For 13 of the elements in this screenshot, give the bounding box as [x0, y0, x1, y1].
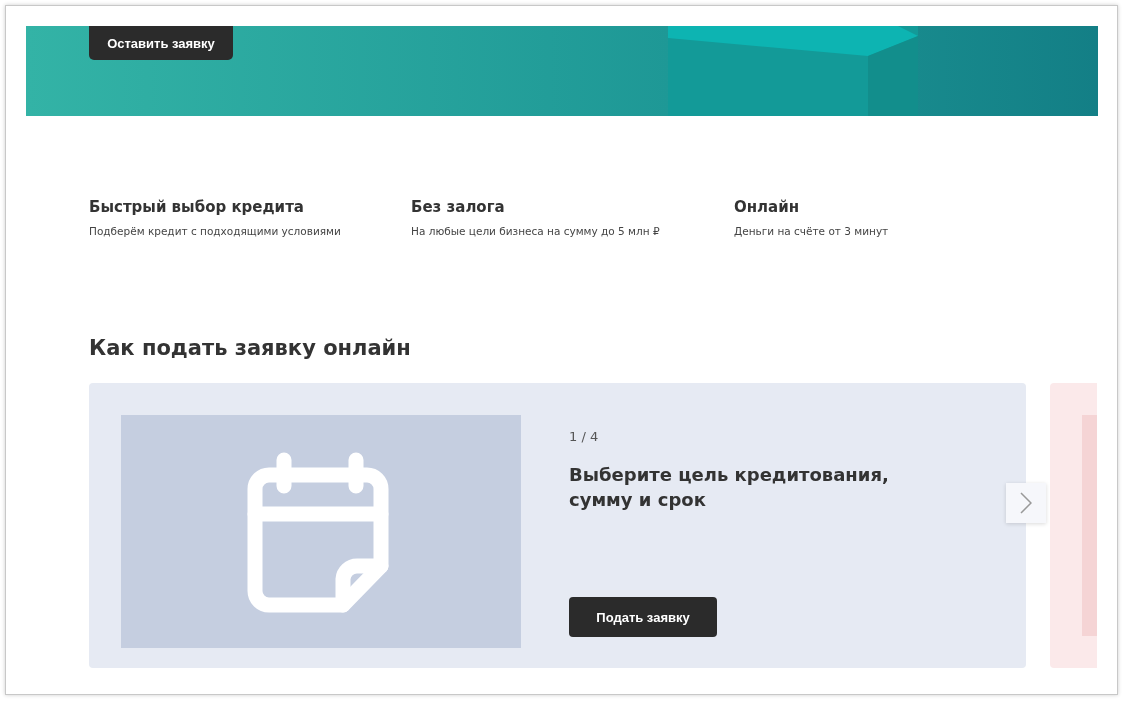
- step-counter: 1 / 4: [569, 429, 600, 444]
- apply-button[interactable]: Оставить заявку: [89, 26, 233, 60]
- submit-button[interactable]: Подать заявку: [569, 597, 717, 637]
- feature-description: На любые цели бизнеса на сумму до 5 млн ₽: [411, 225, 661, 237]
- feature-title: Без залога: [411, 198, 506, 216]
- feature-description: Подберём кредит с подходящими условиями: [89, 225, 342, 237]
- chevron-right-icon: [1020, 492, 1032, 514]
- feature-title: Онлайн: [734, 198, 801, 216]
- next-button[interactable]: [1006, 483, 1046, 523]
- feature-description: Деньги на счёте от 3 минут: [734, 225, 890, 237]
- feature-title: Быстрый выбор кредита: [89, 198, 305, 216]
- step-title: Выберите цель кредитования, сумму и срок: [569, 463, 890, 512]
- section-heading: Как подать заявку онлайн: [89, 335, 412, 361]
